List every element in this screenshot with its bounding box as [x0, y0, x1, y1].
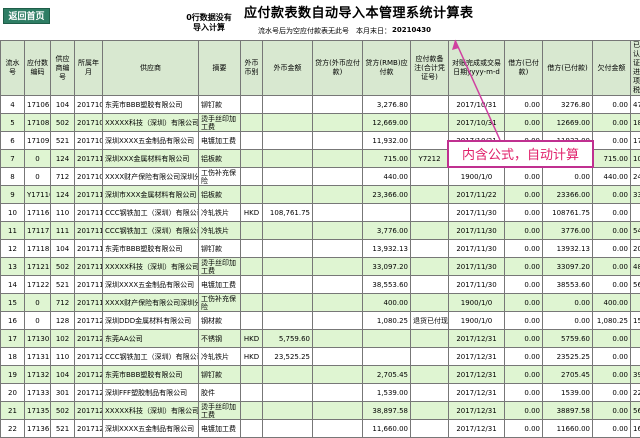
- formula-callout: 内含公式，自动计算: [447, 140, 594, 168]
- table-cell: 0.00: [593, 420, 631, 438]
- table-row[interactable]: 2217136521201712深圳XXXX五金制品有限公司电镀加工费 11,66…: [1, 420, 640, 438]
- table-cell: 521: [51, 420, 75, 438]
- annotation-arrow: [0, 0, 640, 412]
- table-cell: 11,660.00: [363, 420, 411, 438]
- table-cell: 22: [1, 420, 25, 438]
- table-cell: [411, 420, 449, 438]
- table-cell: 1694.19: [631, 420, 640, 438]
- table-cell: 17136: [25, 420, 51, 438]
- table-cell: 0.00: [505, 420, 543, 438]
- table-cell: 11660.00: [543, 420, 593, 438]
- table-cell: [241, 420, 263, 438]
- table-cell: [313, 420, 363, 438]
- table-cell: 电镀加工费: [199, 420, 241, 438]
- table-cell: 深圳XXXX五金制品有限公司: [103, 420, 199, 438]
- table-cell: 2017/12/31: [449, 420, 505, 438]
- table-cell: [263, 420, 313, 438]
- table-cell: 201712: [75, 420, 103, 438]
